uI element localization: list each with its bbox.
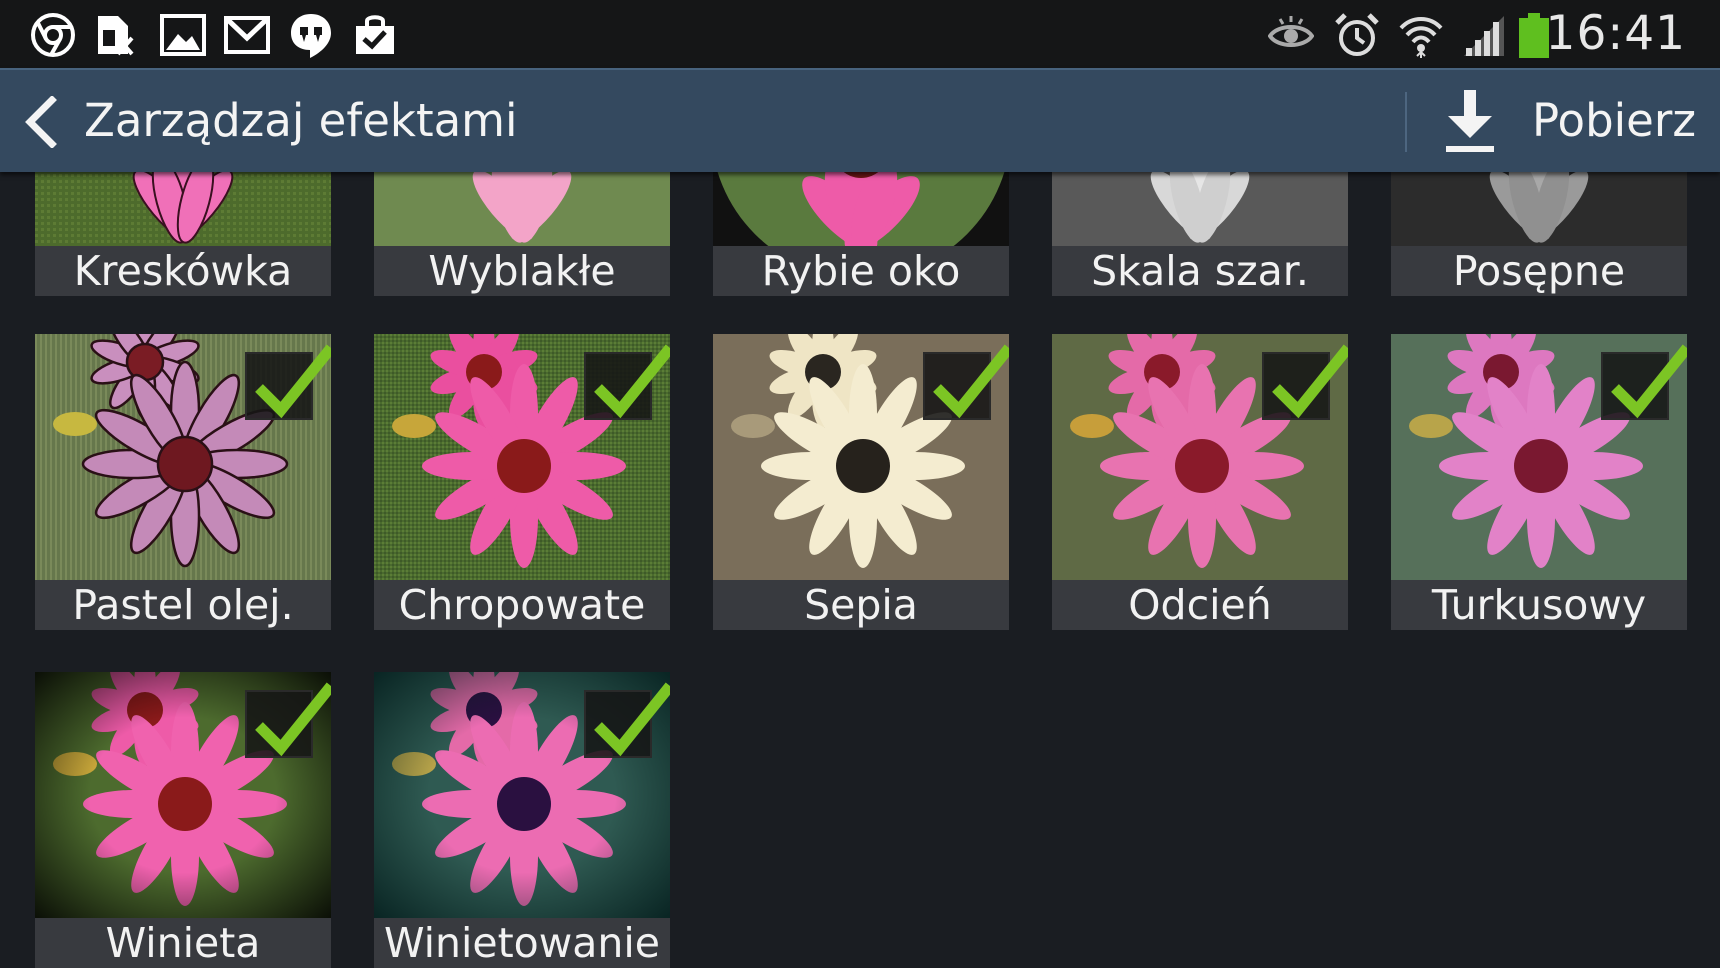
effect-tile-skala-szar[interactable]: Skala szar. [1052,172,1348,296]
checkmark-icon [255,344,331,419]
effect-tile-turkusowy[interactable]: Turkusowy [1391,334,1687,630]
action-bar-divider [1405,92,1407,152]
gallery-icon [160,12,206,58]
effect-label: Kreskówka [35,246,331,296]
effect-tile-sepia[interactable]: Sepia [713,334,1009,630]
shopping-bag-icon [352,12,398,58]
action-bar: Zarządzaj efektami Pobierz [0,68,1720,172]
effect-thumbnail [1391,172,1687,246]
effect-checkbox[interactable] [584,682,670,758]
effect-tile-posepne[interactable]: Posępne [1391,172,1687,296]
checkmark-icon [933,344,1009,419]
effect-label: Wyblakłe [374,246,670,296]
effect-tile-kreskowka[interactable]: Kreskówka [35,172,331,296]
effect-label: Chropowate [374,580,670,630]
effect-tile-winieta[interactable]: Winieta [35,672,331,968]
alarm-icon [1334,12,1380,58]
effect-thumbnail [1052,172,1348,246]
smart-stay-eye-icon [1268,12,1314,58]
download-icon [1446,90,1494,152]
signal-icon [1460,12,1506,58]
effect-checkbox[interactable] [1601,344,1687,420]
effect-label: Winietowanie [374,918,670,968]
effect-label: Skala szar. [1052,246,1348,296]
effect-checkbox[interactable] [584,344,670,420]
gmail-icon [224,12,270,58]
download-label: Pobierz [1532,94,1696,147]
checkmark-icon [594,682,670,757]
download-button[interactable]: Pobierz [1410,70,1720,172]
effect-checkbox[interactable] [245,344,331,420]
effect-tile-winietowanie[interactable]: Winietowanie [374,672,670,968]
effect-label: Posępne [1391,246,1687,296]
effect-thumbnail [374,172,670,246]
effect-checkbox[interactable] [245,682,331,758]
checkmark-icon [594,344,670,419]
wifi-icon [1398,12,1444,58]
effect-tile-odcien[interactable]: Odcień [1052,334,1348,630]
sim-card-icon [90,12,136,58]
effect-tile-wyblakle[interactable]: Wyblakłe [374,172,670,296]
effects-grid: Kreskówka Wyblakłe Rybie oko Skala szar.… [0,172,1720,968]
back-button[interactable]: Zarządzaj efektami [0,70,520,174]
page-title: Zarządzaj efektami [84,94,518,147]
effect-label: Pastel olej. [35,580,331,630]
checkmark-icon [1611,344,1687,419]
checkmark-icon [255,682,331,757]
effect-tile-chropowate[interactable]: Chropowate [374,334,670,630]
effect-label: Turkusowy [1391,580,1687,630]
back-chevron-icon [25,96,57,148]
effect-thumbnail [713,172,1009,246]
status-time: 16:41 [1545,6,1686,61]
effect-checkbox[interactable] [923,344,1009,420]
effect-tile-rybie-oko[interactable]: Rybie oko [713,172,1009,296]
effect-tile-pastel-olej[interactable]: Pastel olej. [35,334,331,630]
effect-label: Rybie oko [713,246,1009,296]
checkmark-icon [1272,344,1348,419]
effect-label: Odcień [1052,580,1348,630]
status-bar: 16:41 [0,0,1720,68]
effect-checkbox[interactable] [1262,344,1348,420]
hangouts-icon [288,12,334,58]
effect-thumbnail [35,172,331,246]
effect-label: Winieta [35,918,331,968]
effect-label: Sepia [713,580,1009,630]
chrome-icon [30,12,76,58]
